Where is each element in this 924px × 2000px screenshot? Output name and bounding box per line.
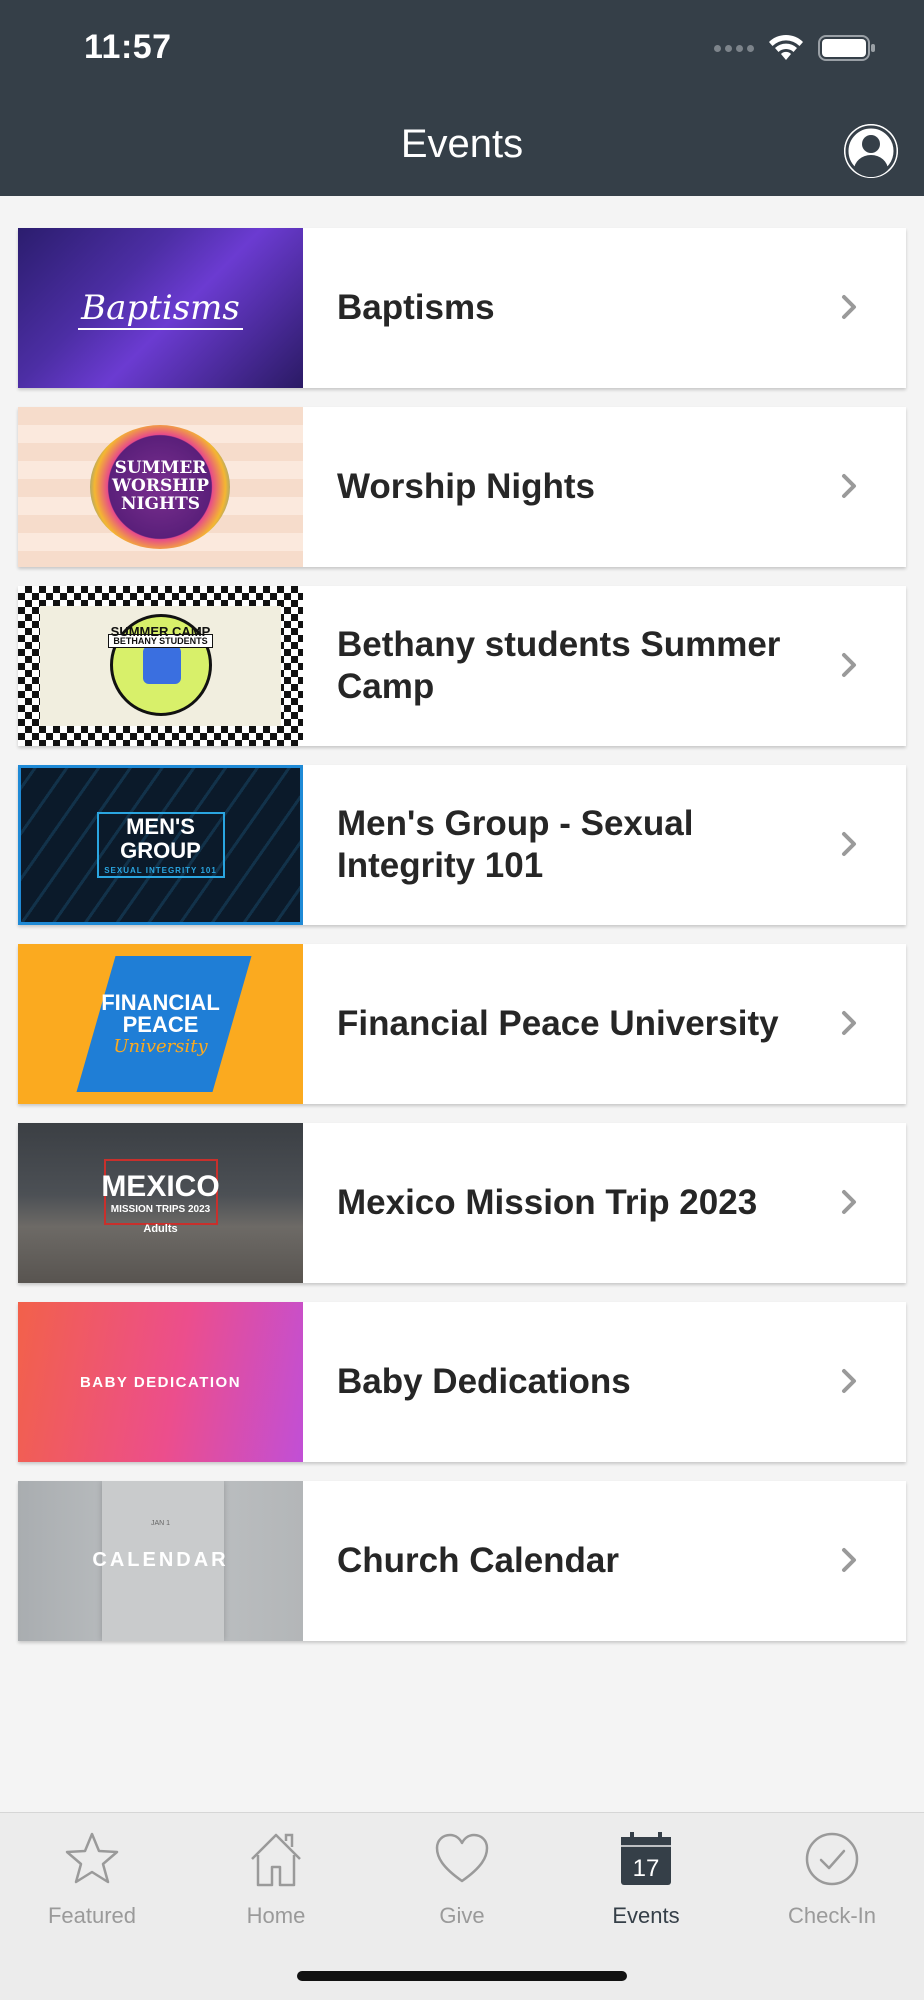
thumbnail-label: BABY DEDICATION [79, 1373, 242, 1391]
wifi-icon [769, 34, 803, 60]
event-title: Financial Peace University [337, 1004, 779, 1043]
tab-label: Featured [47, 1903, 137, 1928]
chevron-right-icon [842, 1011, 856, 1035]
event-thumbnail: BETHANY STUDENTS SUMMER CAMP [18, 586, 303, 746]
signal-icon [714, 44, 754, 52]
tab-label: Events [612, 1903, 680, 1928]
event-thumbnail: JAN 1 CALENDAR [18, 1481, 303, 1641]
event-card-baby-dedications[interactable]: BABY DEDICATION Baby Dedications [18, 1302, 906, 1462]
tab-label: Check-In [787, 1903, 877, 1928]
event-card-summer-camp[interactable]: BETHANY STUDENTS SUMMER CAMP Bethany stu… [18, 586, 906, 746]
tab-events[interactable]: 17 Events [554, 1829, 738, 1949]
home-indicator [297, 1971, 627, 1981]
thumbnail-sublabel-2: Adults [143, 1222, 178, 1235]
thumbnail-label: FINANCIAL PEACE [101, 989, 220, 1037]
tab-give[interactable]: Give [370, 1829, 554, 1949]
chevron-right-icon [842, 1548, 856, 1572]
thumbnail-sublabel: SEXUAL INTEGRITY 101 [104, 865, 217, 875]
event-title: Baby Dedications [337, 1362, 631, 1401]
event-title: Baptisms [337, 288, 495, 327]
thumbnail-sublabel: JAN 1 [150, 1520, 171, 1527]
battery-icon [818, 35, 875, 61]
thumbnail-sublabel: MISSION TRIPS 2023 [110, 1203, 211, 1215]
chevron-right-icon [842, 1190, 856, 1214]
check-circle-icon [805, 1832, 859, 1886]
calendar-badge: 17 [633, 1855, 660, 1882]
tab-label: Give [439, 1903, 485, 1928]
event-thumbnail: BABY DEDICATION [18, 1302, 303, 1462]
thumbnail-label: MEXICO [101, 1169, 220, 1203]
status-time: 11:57 [84, 28, 172, 66]
star-icon [65, 1832, 119, 1884]
event-title: Mexico Mission Trip 2023 [337, 1183, 758, 1222]
event-card-baptisms[interactable]: Baptisms Baptisms [18, 228, 906, 388]
thumbnail-sublabel: University [113, 1035, 208, 1057]
app-header: 11:57 Events [0, 0, 924, 196]
event-thumbnail: Baptisms [18, 228, 303, 388]
event-card-financial-peace[interactable]: FINANCIAL PEACE University Financial Pea… [18, 944, 906, 1104]
event-title: Bethany students Summer Camp [337, 625, 781, 706]
event-card-church-calendar[interactable]: JAN 1 CALENDAR Church Calendar [18, 1481, 906, 1641]
tab-home[interactable]: Home [184, 1829, 368, 1949]
thumbnail-underline [78, 328, 243, 330]
tab-check-in[interactable]: Check-In [740, 1829, 924, 1949]
event-thumbnail: SUMMER WORSHIP NIGHTS [18, 407, 303, 567]
event-title: Men's Group - Sexual Integrity 101 [337, 804, 694, 885]
event-card-mexico-mission[interactable]: MEXICO MISSION TRIPS 2023 Adults Mexico … [18, 1123, 906, 1283]
tab-label: Home [246, 1903, 306, 1928]
event-title: Church Calendar [337, 1541, 619, 1580]
chevron-right-icon [842, 1369, 856, 1393]
user-icon [844, 124, 898, 178]
chevron-right-icon [842, 832, 856, 856]
chevron-right-icon [842, 474, 856, 498]
thumbnail-label: SUMMER WORSHIP NIGHTS [111, 458, 210, 514]
profile-button[interactable] [844, 124, 898, 178]
heart-icon [435, 1833, 489, 1883]
event-card-worship-nights[interactable]: SUMMER WORSHIP NIGHTS Worship Nights [18, 407, 906, 567]
event-title: Worship Nights [337, 467, 595, 506]
tab-featured[interactable]: Featured [0, 1829, 184, 1949]
event-list: Baptisms Baptisms SUMMER WORSHIP NIGHTS … [18, 228, 906, 1660]
event-thumbnail: MEN'S GROUP SEXUAL INTEGRITY 101 [18, 765, 303, 925]
chevron-right-icon [842, 295, 856, 319]
thumbnail-label: CALENDAR [92, 1549, 229, 1571]
home-icon [251, 1833, 301, 1887]
chevron-right-icon [842, 653, 856, 677]
event-thumbnail: MEXICO MISSION TRIPS 2023 Adults [18, 1123, 303, 1283]
event-card-mens-group[interactable]: MEN'S GROUP SEXUAL INTEGRITY 101 Men's G… [18, 765, 906, 925]
thumbnail-label: SUMMER CAMP [110, 624, 211, 639]
thumbnail-label: MEN'S GROUP [120, 814, 201, 863]
event-thumbnail: FINANCIAL PEACE University [18, 944, 303, 1104]
status-icons [714, 34, 876, 62]
page-title: Events [400, 122, 524, 166]
calendar-icon: 17 [621, 1832, 671, 1885]
thumbnail-label: Baptisms [81, 288, 240, 328]
